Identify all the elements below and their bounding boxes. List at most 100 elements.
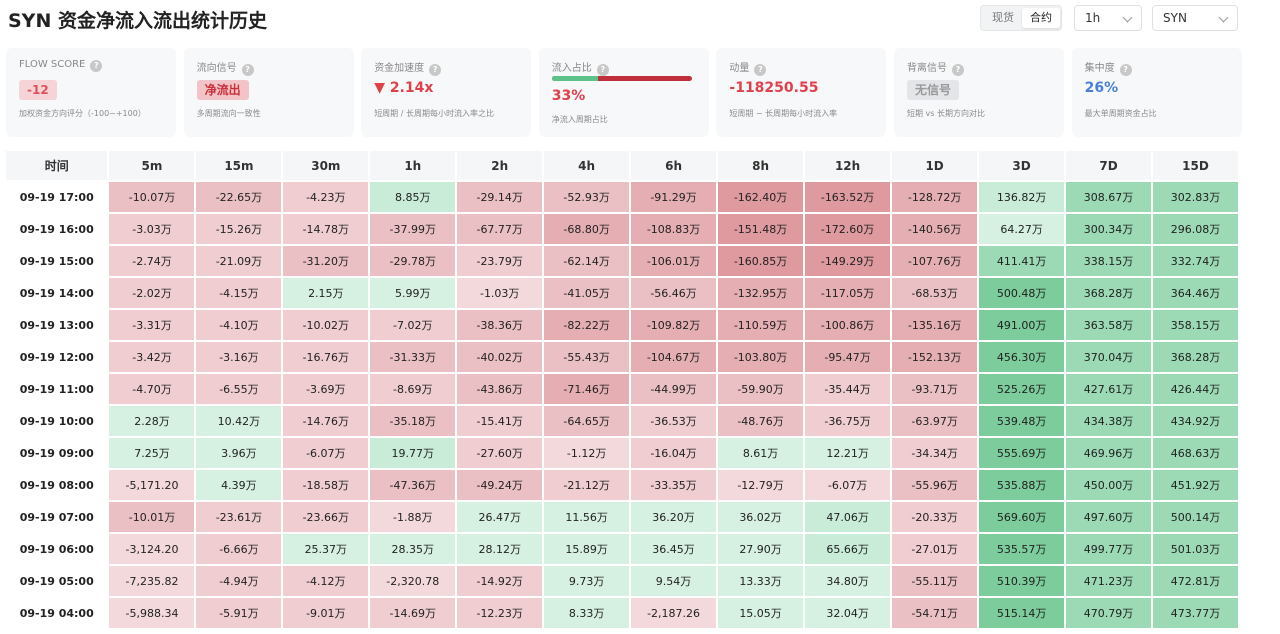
flow-cell: 13.33万 (718, 566, 804, 596)
flow-cell: -2.74万 (109, 246, 195, 276)
flow-cell: 368.28万 (1066, 278, 1151, 308)
flow-cell: -4.94万 (196, 566, 282, 596)
flow-cell: -9.01万 (283, 598, 369, 628)
flow-cell: -109.82万 (631, 310, 717, 340)
flow-cell: -12.23万 (457, 598, 543, 628)
flow-cell: -54.71万 (892, 598, 978, 628)
flow-cell: 472.81万 (1152, 566, 1238, 596)
flow-cell: 499.77万 (1066, 534, 1151, 564)
card-description: 加权资金方向评分（-100~+100） (19, 109, 146, 118)
row-time: 09-19 10:00 (6, 406, 108, 436)
table-row: 09-19 08:00 -5,171.20 4.39万 -18.58万 -47.36万 -… (6, 470, 1238, 500)
flow-cell: -40.02万 (457, 342, 543, 372)
flow-cell: 9.54万 (631, 566, 717, 596)
help-icon[interactable]: ? (241, 64, 254, 76)
tab-spot[interactable]: 现货 (984, 8, 1022, 28)
help-icon[interactable]: ? (90, 60, 103, 72)
flow-cell: -37.99万 (370, 214, 456, 244)
flow-cell: -5,171.20 (109, 470, 195, 500)
tab-futures[interactable]: 合约 (1022, 8, 1060, 28)
metric-cards: FLOW SCORE? -12 加权资金方向评分（-100~+100） 流向信号? 净流… (6, 48, 1242, 138)
chevron-down-icon (1218, 12, 1229, 23)
symbol-select[interactable]: SYN (1152, 5, 1238, 31)
card-value: -12 (19, 80, 57, 100)
flow-cell: -149.29万 (805, 246, 891, 276)
flow-cell: -23.61万 (196, 502, 282, 532)
card-value: 无信号 (907, 80, 960, 100)
flow-cell: 36.02万 (718, 502, 804, 532)
row-time: 09-19 15:00 (6, 246, 108, 276)
flow-cell: -29.14万 (457, 182, 543, 212)
flow-cell: -103.80万 (718, 342, 804, 372)
flow-cell: -3.16万 (196, 342, 282, 372)
acceleration-card: 资金加速度? ▼ 2.14x 短周期 / 长周期每小时流入率之比 (361, 48, 532, 137)
flow-cell: -1.12万 (544, 438, 630, 468)
flow-cell: -71.46万 (544, 374, 630, 404)
flow-table-container: 时间 5m 15m 30m 1h 2h 4h 6h 8h 12h 1D 3D 7D 15D 09-19 1… (6, 149, 1240, 630)
flow-cell: -132.95万 (718, 278, 804, 308)
flow-cell: 434.92万 (1152, 406, 1238, 436)
flow-cell: -10.01万 (109, 502, 195, 532)
flow-cell: -2,320.78 (370, 566, 456, 596)
status-badge: 净流出 (196, 80, 249, 100)
help-icon[interactable]: ? (754, 64, 767, 76)
flow-cell: 65.66万 (805, 534, 891, 564)
flow-cell: 308.67万 (1066, 182, 1151, 212)
card-value: 26% (1084, 80, 1119, 96)
flow-cell: 525.26万 (979, 374, 1065, 404)
interval-select[interactable]: 1h (1074, 5, 1142, 31)
flow-cell: 500.48万 (979, 278, 1065, 308)
help-icon[interactable]: ? (429, 64, 442, 76)
table-row: 09-19 14:00 -2.02万 -4.15万 2.15万 5.99万 -1.03万 -… (6, 278, 1238, 308)
flow-cell: -91.29万 (631, 182, 717, 212)
flow-cell: 364.46万 (1152, 278, 1238, 308)
flow-cell: -18.58万 (283, 470, 369, 500)
card-description: 短周期 / 长周期每小时流入率之比 (374, 109, 494, 118)
flow-cell: -4.10万 (196, 310, 282, 340)
table-row: 09-19 13:00 -3.31万 -4.10万 -10.02万 -7.02万 -38.… (6, 310, 1238, 340)
flow-cell: 8.33万 (544, 598, 630, 628)
row-time: 09-19 08:00 (6, 470, 108, 500)
flow-cell: -12.79万 (718, 470, 804, 500)
flow-cell: -20.33万 (892, 502, 978, 532)
card-label: 背离信号? (907, 59, 964, 76)
column-header-2h: 2h (457, 151, 543, 180)
flow-cell: 9.73万 (544, 566, 630, 596)
flow-cell: -110.59万 (718, 310, 804, 340)
flow-cell: -8.69万 (370, 374, 456, 404)
flow-cell: -52.93万 (544, 182, 630, 212)
flow-cell: 11.56万 (544, 502, 630, 532)
card-label-text: 流入占比 (551, 63, 592, 74)
flow-cell: -4.70万 (109, 374, 195, 404)
flow-cell: 25.37万 (283, 534, 369, 564)
flow-cell: -64.65万 (544, 406, 630, 436)
table-row: 09-19 17:00 -10.07万 -22.65万 -4.23万 8.85万 -29.… (6, 182, 1238, 212)
flow-cell: 36.20万 (631, 502, 717, 532)
flow-cell: -48.76万 (718, 406, 804, 436)
flow-cell: -104.67万 (631, 342, 717, 372)
flow-cell: 10.42万 (196, 406, 282, 436)
card-label: 流向信号? (197, 59, 254, 76)
help-icon[interactable]: ? (596, 64, 609, 76)
flow-cell: -27.60万 (457, 438, 543, 468)
help-icon[interactable]: ? (1119, 64, 1132, 76)
flow-cell: -10.07万 (109, 182, 195, 212)
column-header-7d: 7D (1066, 151, 1151, 180)
flow-cell: -3.31万 (109, 310, 195, 340)
card-description: 短周期 − 长周期每小时流入率 (729, 109, 838, 118)
flow-cell: -5,988.34 (109, 598, 195, 628)
row-time: 09-19 04:00 (6, 598, 108, 628)
flow-cell: 539.48万 (979, 406, 1065, 436)
flow-cell: 500.14万 (1152, 502, 1238, 532)
flow-cell: 497.60万 (1066, 502, 1151, 532)
column-header-30m: 30m (283, 151, 369, 180)
flow-cell: -160.85万 (718, 246, 804, 276)
flow-cell: 363.58万 (1066, 310, 1151, 340)
card-value: 净流出 (196, 80, 249, 100)
flow-cell: 456.30万 (979, 342, 1065, 372)
flow-cell: -38.36万 (457, 310, 543, 340)
card-label-text: 流向信号 (196, 63, 237, 74)
flow-cell: -117.05万 (805, 278, 891, 308)
help-icon[interactable]: ? (952, 64, 964, 76)
flow-cell: -23.66万 (283, 502, 369, 532)
